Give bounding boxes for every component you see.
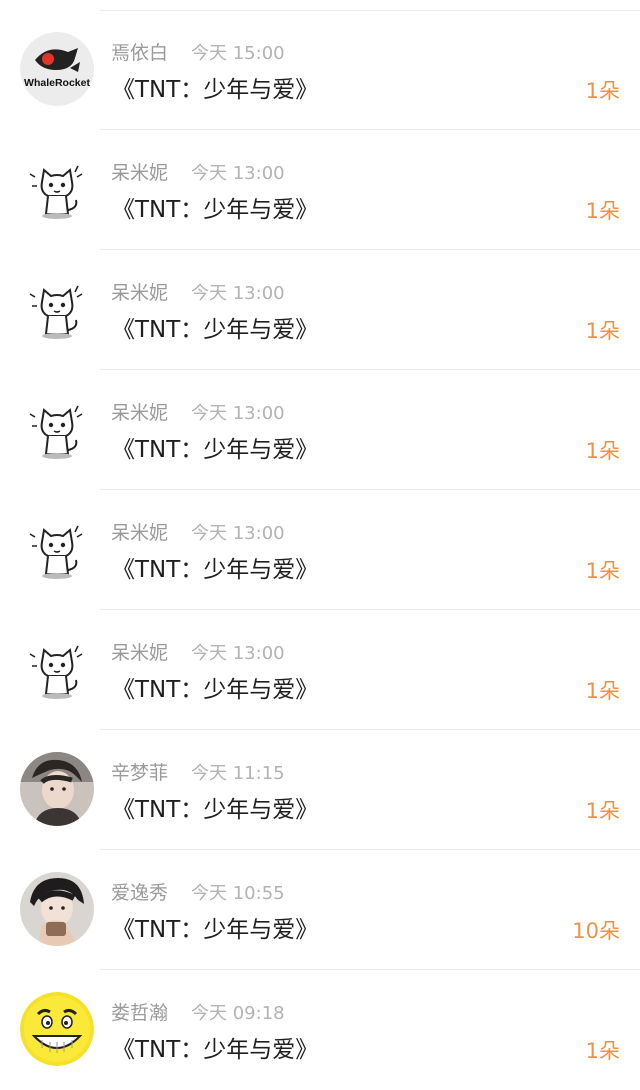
smiley-face-icon <box>20 992 94 1066</box>
sender-name: 呆米妮 <box>111 522 169 544</box>
avatar[interactable] <box>20 152 94 226</box>
gift-count: 10朵 <box>572 919 620 943</box>
sender-name: 娄哲瀚 <box>111 1002 169 1024</box>
gift-title: 《TNT：少年与爱》 <box>112 917 319 943</box>
gift-title: 《TNT：少年与爱》 <box>112 797 319 823</box>
cat-sketch-icon <box>20 632 94 706</box>
gift-title: 《TNT：少年与爱》 <box>112 677 319 703</box>
cat-sketch-icon <box>20 512 94 586</box>
sender-name: 呆米妮 <box>111 282 169 304</box>
gift-count: 1朵 <box>585 679 620 703</box>
whale-rocket-logo-icon: WhaleRocket <box>20 32 94 106</box>
list-item[interactable]: 呆米妮 今天 13:00 《TNT：少年与爱》 1朵 <box>0 130 640 250</box>
cat-sketch-icon <box>20 392 94 466</box>
timestamp: 今天 10:55 <box>191 883 285 904</box>
list-item[interactable]: 爱逸秀 今天 10:55 《TNT：少年与爱》 10朵 <box>0 850 640 970</box>
timestamp: 今天 15:00 <box>191 43 285 64</box>
list-item[interactable]: 呆米妮 今天 13:00 《TNT：少年与爱》 1朵 <box>0 610 640 730</box>
timestamp: 今天 13:00 <box>191 523 285 544</box>
avatar[interactable] <box>20 872 94 946</box>
gift-title: 《TNT：少年与爱》 <box>112 437 319 463</box>
timestamp: 今天 13:00 <box>191 643 285 664</box>
gift-title: 《TNT：少年与爱》 <box>112 197 319 223</box>
gift-count: 1朵 <box>585 439 620 463</box>
cat-sketch-icon <box>20 152 94 226</box>
timestamp: 今天 13:00 <box>191 403 285 424</box>
list-item[interactable]: 呆米妮 今天 13:00 《TNT：少年与爱》 1朵 <box>0 490 640 610</box>
avatar[interactable] <box>20 632 94 706</box>
sender-name: 辛梦菲 <box>111 762 169 784</box>
gift-title: 《TNT：少年与爱》 <box>112 317 319 343</box>
logo-text: WhaleRocket <box>24 77 90 89</box>
list-item[interactable]: 娄哲瀚 今天 09:18 《TNT：少年与爱》 1朵 <box>0 970 640 1090</box>
list-item[interactable]: 呆米妮 今天 13:00 《TNT：少年与爱》 1朵 <box>0 370 640 490</box>
person-photo-icon <box>20 752 94 826</box>
gift-count: 1朵 <box>585 199 620 223</box>
list-item[interactable]: 呆米妮 今天 13:00 《TNT：少年与爱》 1朵 <box>0 250 640 370</box>
gift-count: 1朵 <box>585 799 620 823</box>
gift-title: 《TNT：少年与爱》 <box>112 77 319 103</box>
gift-count: 1朵 <box>585 79 620 103</box>
timestamp: 今天 13:00 <box>191 283 285 304</box>
list-item[interactable]: WhaleRocket 焉依白 今天 15:00 《TNT：少年与爱》 1朵 <box>0 10 640 130</box>
gift-count: 1朵 <box>585 559 620 583</box>
cat-sketch-icon <box>20 272 94 346</box>
gift-count: 1朵 <box>585 1039 620 1063</box>
sender-name: 呆米妮 <box>111 642 169 664</box>
gift-title: 《TNT：少年与爱》 <box>112 1037 319 1063</box>
timestamp: 今天 13:00 <box>191 163 285 184</box>
list-item[interactable]: 辛梦菲 今天 11:15 《TNT：少年与爱》 1朵 <box>0 730 640 850</box>
avatar[interactable] <box>20 752 94 826</box>
gift-count: 1朵 <box>585 319 620 343</box>
sender-name: 呆米妮 <box>111 402 169 424</box>
avatar[interactable] <box>20 512 94 586</box>
sender-name: 焉依白 <box>111 42 169 64</box>
person-photo-icon <box>20 872 94 946</box>
sender-name: 呆米妮 <box>111 162 169 184</box>
timestamp: 今天 09:18 <box>191 1003 285 1024</box>
sender-name: 爱逸秀 <box>111 882 169 904</box>
gift-title: 《TNT：少年与爱》 <box>112 557 319 583</box>
avatar[interactable] <box>20 992 94 1066</box>
avatar[interactable] <box>20 272 94 346</box>
avatar[interactable] <box>20 392 94 466</box>
avatar[interactable]: WhaleRocket <box>20 32 94 106</box>
timestamp: 今天 11:15 <box>191 763 285 784</box>
